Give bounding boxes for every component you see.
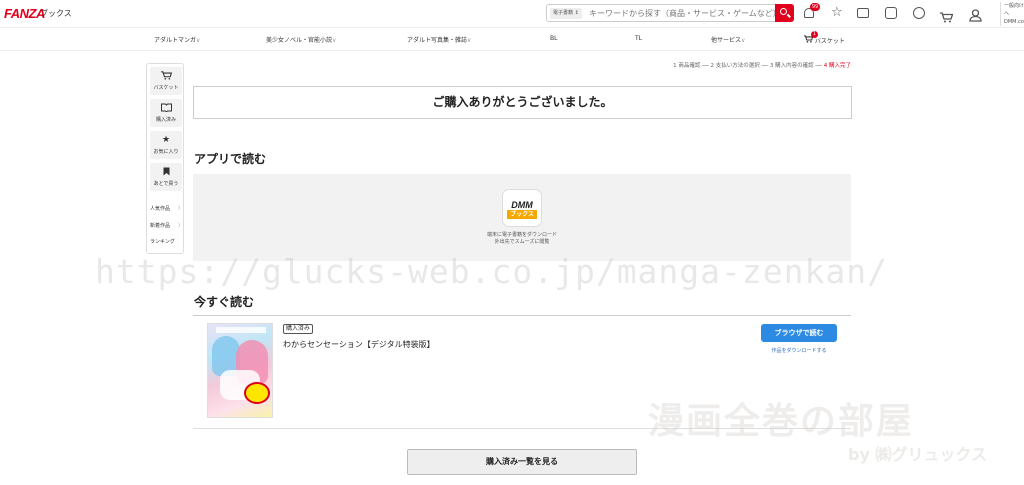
step-1: 1 商品確認 (673, 63, 701, 69)
nav-item-other-services[interactable]: 他サービス∨ (711, 35, 745, 44)
nav-item-adult-manga[interactable]: アダルトマンガ∨ (154, 35, 200, 44)
section-divider (193, 315, 851, 316)
item-title[interactable]: わからセンセーション【デジタル特装版】 (283, 339, 435, 350)
step-separator: ── (700, 63, 711, 69)
search-button[interactable] (775, 4, 794, 22)
purchase-steps: 1 商品確認 ── 2 支払い方法の選択 ── 3 購入内容の確認 ── 4 購… (673, 61, 851, 69)
book-cover-image[interactable] (207, 323, 273, 418)
step-separator: ── (759, 63, 770, 69)
user-icon[interactable] (969, 7, 983, 22)
chat-icon[interactable] (885, 7, 897, 19)
bookmark-icon (150, 167, 182, 177)
chevron-right-icon: 〉 (177, 206, 183, 212)
sidebar-item-favorites[interactable]: ★ お気に入り (150, 131, 182, 159)
book-icon (150, 103, 182, 113)
sidebar-link-ranking[interactable]: ランキング (150, 238, 183, 245)
app-logo-books: ブックス (507, 210, 537, 219)
chevron-down-icon: ∨ (196, 37, 201, 44)
account-line-2: DMM.com (1004, 19, 1024, 25)
cart-count-badge: 1 (811, 31, 818, 38)
sidebar-item-label: バスケット (153, 85, 179, 91)
category-nav: アダルトマンガ∨ 美少女ノベル・官能小説∨ アダルト写真集・雑誌∨ BL TL … (0, 29, 1024, 51)
app-caption-line-2: 外出先でスムーズに閲覧 (494, 239, 550, 245)
sidebar-item-label: あとで買う (153, 181, 179, 187)
chevron-right-icon: 〉 (177, 223, 183, 229)
chevron-down-icon: ∨ (332, 37, 337, 44)
read-in-browser-button[interactable]: ブラウザで読む (761, 324, 837, 342)
step-4-active: 4 購入完了 (823, 63, 851, 69)
watermark-logo: 漫画全巻の部屋 (648, 400, 915, 442)
books-label[interactable]: ブックス (40, 8, 72, 19)
app-logo-dmm: DMM (511, 200, 533, 210)
sidebar-item-label: お気に入り (153, 149, 179, 155)
notification-badge: 99 (810, 3, 820, 11)
nav-item-tl[interactable]: TL (635, 35, 642, 42)
side-menu: バスケット 購入済み ★ お気に入り あとで買う 人気作品〉 新着作品〉 ランキ… (146, 63, 184, 254)
read-now-title: 今すぐ読む (194, 295, 255, 309)
purchased-list-button[interactable]: 購入済み一覧を見る (407, 449, 637, 475)
account-line-1: 一般向けへ (1004, 3, 1024, 17)
app-caption: 端末に電子書籍をダウンロード 外出先でスムーズに閲覧 (193, 232, 851, 246)
basket-label: バスケット (814, 38, 845, 45)
thank-you-message: ご購入ありがとうございました。 (193, 86, 852, 119)
app-download-area: DMM ブックス 端末に電子書籍をダウンロード 外出先でスムーズに閲覧 (193, 174, 851, 261)
search-input[interactable] (589, 6, 775, 20)
step-3: 3 購入内容の確認 (769, 63, 814, 69)
step-2: 2 支払い方法の選択 (710, 63, 760, 69)
sidebar-item-basket[interactable]: バスケット (150, 67, 182, 95)
sidebar-item-purchased[interactable]: 購入済み (150, 99, 182, 127)
sidebar-item-later[interactable]: あとで買う (150, 163, 182, 191)
dmm-books-app-icon[interactable]: DMM ブックス (502, 189, 542, 227)
watermark-url: https://glucks-web.co.jp/manga-zenkan/ (95, 252, 888, 291)
cover-title-band (216, 327, 266, 333)
search-box: 電子書籍 ↕ (546, 4, 794, 22)
nav-basket[interactable]: バスケット (804, 35, 845, 45)
sidebar-link-new[interactable]: 新着作品〉 (150, 222, 183, 229)
search-category-select[interactable]: 電子書籍 ↕ (550, 8, 582, 19)
cart-icon (150, 71, 182, 81)
search-icon (780, 8, 787, 15)
app-section-title: アプリで読む (194, 152, 267, 166)
favorite-star-icon[interactable]: ☆ (831, 6, 845, 20)
cart-icon[interactable] (940, 8, 954, 23)
download-link[interactable]: 作品をダウンロードする (761, 347, 837, 354)
chevron-down-icon: ∨ (467, 37, 472, 44)
account-switch[interactable]: 一般向けへ DMM.com (1000, 2, 1024, 26)
star-icon: ★ (161, 135, 171, 145)
sidebar-link-popular[interactable]: 人気作品〉 (150, 205, 183, 212)
sidebar-item-label: 購入済み (155, 117, 176, 123)
message-icon[interactable] (857, 8, 869, 18)
nav-item-novel[interactable]: 美少女ノベル・官能小説∨ (266, 35, 336, 44)
watermark-by: by ㈱グリュックス (848, 445, 987, 464)
top-bar: FANZA ブックス 電子書籍 ↕ 99 ☆ 一般向けへ DMM.com (0, 0, 1024, 28)
nav-item-bl[interactable]: BL (550, 35, 557, 42)
point-icon[interactable] (913, 7, 925, 19)
fanza-logo[interactable]: FANZA (4, 6, 45, 21)
step-separator: ── (813, 63, 824, 69)
purchased-badge: 購入済み (283, 324, 314, 334)
cover-sticker (244, 382, 270, 404)
app-caption-line-1: 端末に電子書籍をダウンロード (486, 232, 557, 238)
nav-item-photobook[interactable]: アダルト写真集・雑誌∨ (407, 35, 471, 44)
chevron-down-icon: ∨ (741, 37, 746, 44)
